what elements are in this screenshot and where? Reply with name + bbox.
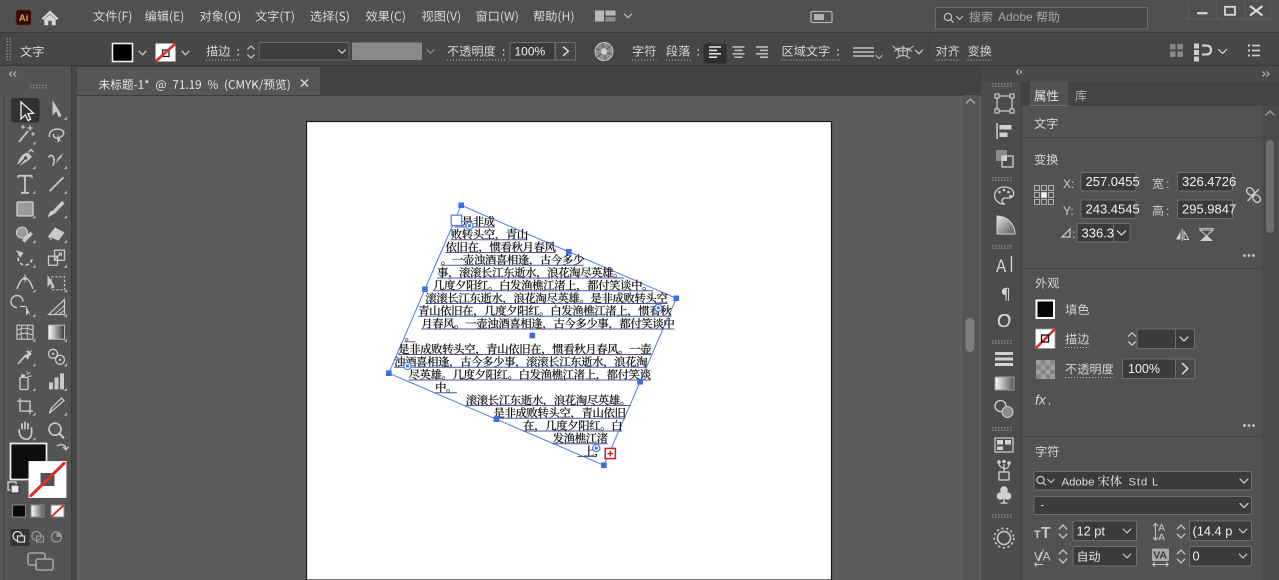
svg-text:Std L: Std L <box>1129 477 1160 489</box>
svg-text:12 pt: 12 pt <box>1077 524 1106 539</box>
svg-text:100%: 100% <box>515 45 546 59</box>
svg-text:.: . <box>1048 392 1052 408</box>
svg-text:T: T <box>1034 529 1041 541</box>
svg-text::: : <box>1166 204 1169 218</box>
svg-text:100%: 100% <box>1128 362 1160 376</box>
svg-text:Y:: Y: <box>1063 204 1074 218</box>
svg-text:Ai: Ai <box>19 13 29 24</box>
svg-text::: : <box>1166 177 1169 191</box>
svg-text::: : <box>1072 227 1075 241</box>
svg-text:Adobe: Adobe <box>1062 477 1095 489</box>
svg-text:X:: X: <box>1063 177 1074 191</box>
svg-text:243.4545: 243.4545 <box>1086 202 1140 217</box>
svg-text:A: A <box>1043 550 1051 564</box>
svg-text:(14.4 p: (14.4 p <box>1193 524 1233 539</box>
svg-text:VA: VA <box>1153 550 1167 562</box>
svg-text:326.4726: 326.4726 <box>1182 174 1236 189</box>
svg-text:257.0455: 257.0455 <box>1086 174 1140 189</box>
svg-text:fx: fx <box>1035 392 1047 408</box>
svg-text:336.3: 336.3 <box>1082 226 1115 241</box>
svg-text:Adobe: Adobe <box>998 10 1033 24</box>
svg-text:A: A <box>1158 532 1165 544</box>
svg-text:0: 0 <box>1193 549 1200 564</box>
svg-text:295.9847: 295.9847 <box>1182 202 1236 217</box>
svg-text:O: O <box>997 311 1011 331</box>
svg-text:-: - <box>1040 498 1044 512</box>
svg-text:T: T <box>1041 525 1051 542</box>
